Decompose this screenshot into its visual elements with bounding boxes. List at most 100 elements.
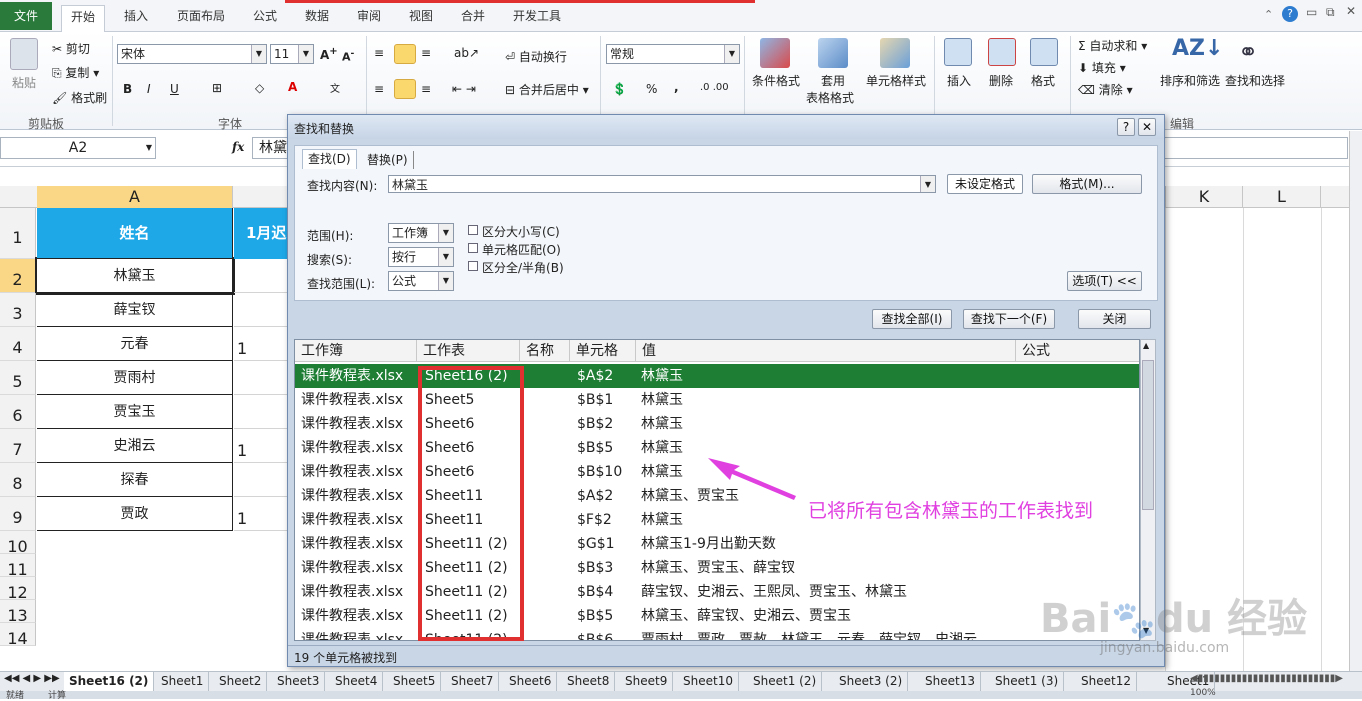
column-header-l[interactable]: L [1243, 186, 1321, 208]
find-all-button[interactable]: 查找全部(I) [872, 309, 952, 329]
row-header-13[interactable]: 13 [0, 600, 36, 625]
column-header-k[interactable]: K [1165, 186, 1243, 208]
cell-a9[interactable]: 贾政 [37, 497, 233, 531]
row-header-2[interactable]: 2 [0, 259, 36, 293]
insert-cells-icon[interactable] [944, 38, 972, 66]
results-col-workbook[interactable]: 工作簿 [295, 340, 417, 362]
table-format-icon[interactable] [818, 38, 848, 68]
sheet-tab[interactable]: Sheet1 (2) [748, 672, 823, 691]
tab-page-layout[interactable]: 页面布局 [168, 5, 234, 29]
sheet-tab[interactable]: Sheet6 [504, 672, 558, 691]
bold-button[interactable]: B [123, 82, 132, 96]
no-format-set-button[interactable]: 未设定格式 [947, 174, 1023, 194]
cell-b3[interactable] [234, 293, 290, 327]
cut-button[interactable]: ✂ 剪切 [52, 40, 90, 57]
close-button[interactable]: 关闭 [1078, 309, 1151, 329]
restore-icon[interactable]: ⧉ [1326, 5, 1335, 20]
sheet-tab[interactable]: Sheet3 (2) [834, 672, 909, 691]
column-header-a[interactable]: A [37, 186, 233, 208]
tab-merge[interactable]: 合并 [452, 5, 494, 29]
paste-label[interactable]: 粘贴 [12, 74, 36, 91]
ribbon-collapse-icon[interactable]: ⌃ [1264, 8, 1273, 21]
help-icon[interactable]: ? [1282, 6, 1298, 22]
options-button[interactable]: 选项(T) << [1067, 271, 1142, 291]
orientation-icon[interactable]: ab↗ [454, 46, 479, 60]
zoom-level[interactable]: 100% [1190, 688, 1216, 698]
table-format-label[interactable]: 套用 [821, 72, 845, 89]
dialog-close-icon[interactable]: ✕ [1138, 118, 1156, 136]
font-color-icon[interactable]: A [288, 80, 297, 94]
tab-view[interactable]: 视图 [400, 5, 442, 29]
cell-a5[interactable]: 贾雨村 [37, 361, 233, 395]
autosum-button[interactable]: Σ 自动求和 ▾ [1078, 37, 1147, 54]
align-middle-icon[interactable] [394, 44, 416, 64]
grow-font-icon[interactable]: A+ [320, 46, 338, 62]
tab-find[interactable]: 查找(D) [302, 149, 357, 169]
cell-b2[interactable] [234, 259, 290, 293]
format-painter-button[interactable]: 🖌 格式刷 [52, 89, 107, 106]
cell-b4[interactable]: 1 [234, 327, 290, 361]
cell-styles-icon[interactable] [880, 38, 910, 68]
format-dropdown-button[interactable]: 格式(M)... [1032, 174, 1142, 194]
sheet-tab[interactable]: Sheet10 [678, 672, 739, 691]
percent-button[interactable]: % [646, 82, 657, 96]
sheet-tab[interactable]: Sheet16 (2) [64, 672, 155, 691]
scroll-up-icon[interactable]: ▲ [1143, 341, 1149, 350]
cell-b6[interactable] [234, 395, 290, 429]
results-col-sheet[interactable]: 工作表 [417, 340, 520, 362]
fx-icon[interactable]: fx [232, 140, 244, 154]
row-header-5[interactable]: 5 [0, 361, 36, 395]
results-col-value[interactable]: 值 [636, 340, 1016, 362]
currency-icon[interactable]: 💲 [612, 82, 627, 96]
align-left-icon[interactable]: ≡ [374, 82, 384, 96]
dialog-help-button[interactable]: ? [1117, 118, 1135, 136]
underline-button[interactable]: U [170, 82, 179, 96]
table-format-label-2[interactable]: 表格格式 [806, 89, 854, 106]
sheet-nav-icons[interactable]: ◀◀ ◀ ▶ ▶▶ [4, 673, 60, 684]
sort-filter-icon[interactable]: AZ↓ [1172, 36, 1223, 61]
search-order-select[interactable]: 按行 ▼ [388, 247, 454, 267]
fill-button[interactable]: ⬇ 填充 ▾ [1078, 59, 1126, 76]
paste-icon[interactable] [10, 38, 38, 70]
decimal-icon[interactable]: .0 .00 [700, 82, 729, 93]
cell-b5[interactable] [234, 361, 290, 395]
row-header-9[interactable]: 9 [0, 497, 36, 531]
format-button[interactable]: 格式 [1031, 72, 1055, 89]
find-select-button[interactable]: 查找和选择 [1225, 72, 1285, 89]
merge-center-button[interactable]: ⊟ 合并后居中 ▾ [505, 81, 589, 98]
look-in-select[interactable]: 公式 ▼ [388, 271, 454, 291]
tab-data[interactable]: 数据 [296, 5, 338, 29]
sheet-vertical-scrollbar[interactable] [1349, 131, 1362, 671]
sheet-tab[interactable]: Sheet5 [388, 672, 442, 691]
font-size-select[interactable]: 11 ▼ [270, 44, 314, 64]
number-format-select[interactable]: 常规 ▼ [606, 44, 740, 64]
match-cell-checkbox[interactable] [468, 243, 478, 253]
phonetic-icon[interactable]: 文 [330, 80, 340, 95]
results-scroll-thumb[interactable] [1142, 360, 1154, 510]
minimize-icon[interactable]: ▭ [1306, 5, 1317, 19]
copy-button[interactable]: ⎘ 复制 ▾ [52, 64, 99, 81]
results-col-formula[interactable]: 公式 [1016, 340, 1139, 362]
row-header-6[interactable]: 6 [0, 395, 36, 429]
tab-home[interactable]: 开始 [61, 5, 106, 32]
align-center-icon[interactable] [394, 79, 416, 99]
sort-filter-button[interactable]: 排序和筛选 [1160, 72, 1220, 89]
tab-replace[interactable]: 替换(P) [362, 151, 414, 169]
tab-developer[interactable]: 开发工具 [504, 5, 570, 29]
indent-icon[interactable]: ⇤ ⇥ [452, 82, 476, 96]
within-select[interactable]: 工作簿 ▼ [388, 223, 454, 243]
tab-review[interactable]: 审阅 [348, 5, 390, 29]
sheet-tab[interactable]: Sheet1 [156, 672, 210, 691]
tab-file[interactable]: 文件 [0, 2, 53, 30]
name-box[interactable]: A2 ▼ [0, 137, 156, 159]
cell-styles-button[interactable]: 单元格样式 [866, 72, 926, 89]
results-col-cell[interactable]: 单元格 [570, 340, 636, 362]
font-name-select[interactable]: 宋体 ▼ [117, 44, 267, 64]
align-top-icon[interactable]: ≡ [374, 46, 384, 60]
insert-button[interactable]: 插入 [947, 72, 971, 89]
clear-button[interactable]: ⌫ 清除 ▾ [1078, 81, 1133, 98]
row-header-10[interactable]: 10 [0, 531, 36, 556]
align-right-icon[interactable]: ≡ [421, 82, 431, 96]
horizontal-scrollbar[interactable]: ◀▮▮▮▮▮▮▮▮▮▮▮▮▮▮▮▮▮▮▮▮▮▮▮▮▮▶ [1190, 673, 1343, 684]
sheet-tab[interactable]: Sheet13 [920, 672, 981, 691]
